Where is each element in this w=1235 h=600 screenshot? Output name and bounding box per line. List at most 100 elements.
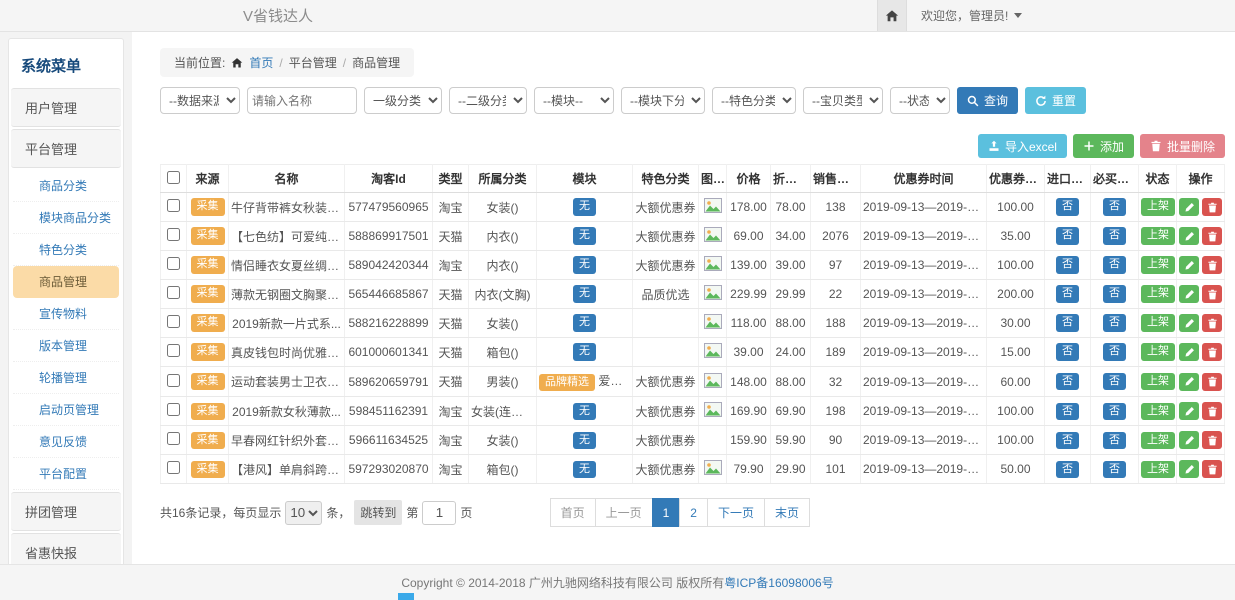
row-checkbox[interactable]	[167, 228, 180, 241]
edit-button[interactable]	[1179, 431, 1199, 449]
delete-button[interactable]	[1202, 343, 1222, 361]
filter-feature-category[interactable]: --特色分类--	[712, 87, 796, 114]
module-badge[interactable]: 品牌精选	[539, 374, 595, 391]
search-button[interactable]: 查询	[957, 87, 1018, 114]
select-all-checkbox[interactable]	[167, 171, 180, 184]
filter-item-type[interactable]: --宝贝类型--	[803, 87, 883, 114]
sidebar-item-版本管理[interactable]: 版本管理	[13, 330, 119, 362]
delete-button[interactable]	[1202, 460, 1222, 478]
pager-button-下一页[interactable]: 下一页	[707, 498, 765, 527]
status-badge[interactable]: 上架	[1141, 198, 1175, 215]
row-checkbox[interactable]	[167, 374, 180, 387]
edit-button[interactable]	[1179, 402, 1199, 420]
must-buy-toggle[interactable]: 否	[1103, 256, 1126, 273]
delete-button[interactable]	[1202, 198, 1222, 216]
import-select-toggle[interactable]: 否	[1056, 285, 1079, 302]
filter-level2-category[interactable]: --二级分类--	[449, 87, 527, 114]
delete-button[interactable]	[1202, 227, 1222, 245]
sidebar-item-拼团管理[interactable]: 拼团管理	[11, 492, 121, 531]
pager-button-上一页[interactable]: 上一页	[595, 498, 653, 527]
sidebar-item-商品管理[interactable]: 商品管理	[13, 266, 119, 298]
sidebar-item-宣传物料[interactable]: 宣传物料	[13, 298, 119, 330]
module-badge[interactable]: 无	[573, 256, 596, 273]
batch-delete-button[interactable]: 批量删除	[1140, 134, 1225, 158]
pager-button-首页[interactable]: 首页	[550, 498, 596, 527]
sidebar-item-平台管理[interactable]: 平台管理	[11, 129, 121, 168]
row-checkbox[interactable]	[167, 432, 180, 445]
filter-name-search[interactable]	[247, 87, 357, 114]
import-select-toggle[interactable]: 否	[1056, 256, 1079, 273]
edit-button[interactable]	[1179, 285, 1199, 303]
import-excel-button[interactable]: 导入excel	[978, 134, 1067, 158]
import-select-toggle[interactable]: 否	[1056, 432, 1079, 449]
breadcrumb-item-platform[interactable]: 平台管理	[289, 54, 337, 71]
must-buy-toggle[interactable]: 否	[1103, 343, 1126, 360]
sidebar-item-平台配置[interactable]: 平台配置	[13, 458, 119, 490]
row-checkbox[interactable]	[167, 286, 180, 299]
status-badge[interactable]: 上架	[1141, 227, 1175, 244]
module-badge[interactable]: 无	[573, 227, 596, 244]
import-select-toggle[interactable]: 否	[1056, 198, 1079, 215]
must-buy-toggle[interactable]: 否	[1103, 461, 1126, 478]
edit-button[interactable]	[1179, 227, 1199, 245]
row-checkbox[interactable]	[167, 257, 180, 270]
icp-link[interactable]: 粤ICP备16098006号	[724, 574, 833, 591]
module-badge[interactable]: 无	[573, 432, 596, 449]
sidebar-item-模块商品分类[interactable]: 模块商品分类	[13, 202, 119, 234]
delete-button[interactable]	[1202, 314, 1222, 332]
status-badge[interactable]: 上架	[1141, 373, 1175, 390]
import-select-toggle[interactable]: 否	[1056, 461, 1079, 478]
row-checkbox[interactable]	[167, 315, 180, 328]
sidebar-item-商品分类[interactable]: 商品分类	[13, 170, 119, 202]
edit-button[interactable]	[1179, 343, 1199, 361]
must-buy-toggle[interactable]: 否	[1103, 403, 1126, 420]
import-select-toggle[interactable]: 否	[1056, 343, 1079, 360]
user-menu[interactable]: 欢迎您，管理员!	[921, 7, 1221, 24]
status-badge[interactable]: 上架	[1141, 403, 1175, 420]
sidebar-item-意见反馈[interactable]: 意见反馈	[13, 426, 119, 458]
module-badge[interactable]: 无	[573, 343, 596, 360]
row-checkbox[interactable]	[167, 199, 180, 212]
row-checkbox[interactable]	[167, 344, 180, 357]
edit-button[interactable]	[1179, 198, 1199, 216]
page-number-input[interactable]	[422, 501, 456, 525]
must-buy-toggle[interactable]: 否	[1103, 198, 1126, 215]
delete-button[interactable]	[1202, 402, 1222, 420]
import-select-toggle[interactable]: 否	[1056, 403, 1079, 420]
must-buy-toggle[interactable]: 否	[1103, 314, 1126, 331]
status-badge[interactable]: 上架	[1141, 256, 1175, 273]
status-badge[interactable]: 上架	[1141, 314, 1175, 331]
module-badge[interactable]: 无	[573, 314, 596, 331]
must-buy-toggle[interactable]: 否	[1103, 227, 1126, 244]
jump-to-button[interactable]: 跳转到	[354, 500, 402, 525]
sidebar-item-轮播管理[interactable]: 轮播管理	[13, 362, 119, 394]
sidebar-item-特色分类[interactable]: 特色分类	[13, 234, 119, 266]
filter-data-source[interactable]: --数据来源--	[160, 87, 240, 114]
status-badge[interactable]: 上架	[1141, 432, 1175, 449]
delete-button[interactable]	[1202, 373, 1222, 391]
import-select-toggle[interactable]: 否	[1056, 227, 1079, 244]
module-badge[interactable]: 无	[573, 285, 596, 302]
breadcrumb-home-link[interactable]: 首页	[249, 54, 273, 71]
import-select-toggle[interactable]: 否	[1056, 314, 1079, 331]
must-buy-toggle[interactable]: 否	[1103, 285, 1126, 302]
sidebar-item-启动页管理[interactable]: 启动页管理	[13, 394, 119, 426]
edit-button[interactable]	[1179, 314, 1199, 332]
status-badge[interactable]: 上架	[1141, 343, 1175, 360]
row-checkbox[interactable]	[167, 403, 180, 416]
module-badge[interactable]: 无	[573, 403, 596, 420]
status-badge[interactable]: 上架	[1141, 285, 1175, 302]
pager-button-1[interactable]: 1	[652, 498, 681, 527]
filter-module[interactable]: --模块--	[534, 87, 614, 114]
must-buy-toggle[interactable]: 否	[1103, 432, 1126, 449]
edit-button[interactable]	[1179, 460, 1199, 478]
module-badge[interactable]: 无	[573, 461, 596, 478]
module-badge[interactable]: 无	[573, 198, 596, 215]
filter-status[interactable]: --状态--	[890, 87, 950, 114]
add-button[interactable]: 添加	[1073, 134, 1134, 158]
pager-button-末页[interactable]: 末页	[764, 498, 810, 527]
delete-button[interactable]	[1202, 285, 1222, 303]
delete-button[interactable]	[1202, 256, 1222, 274]
filter-level1-category[interactable]: 一级分类	[364, 87, 442, 114]
pager-button-2[interactable]: 2	[679, 498, 708, 527]
